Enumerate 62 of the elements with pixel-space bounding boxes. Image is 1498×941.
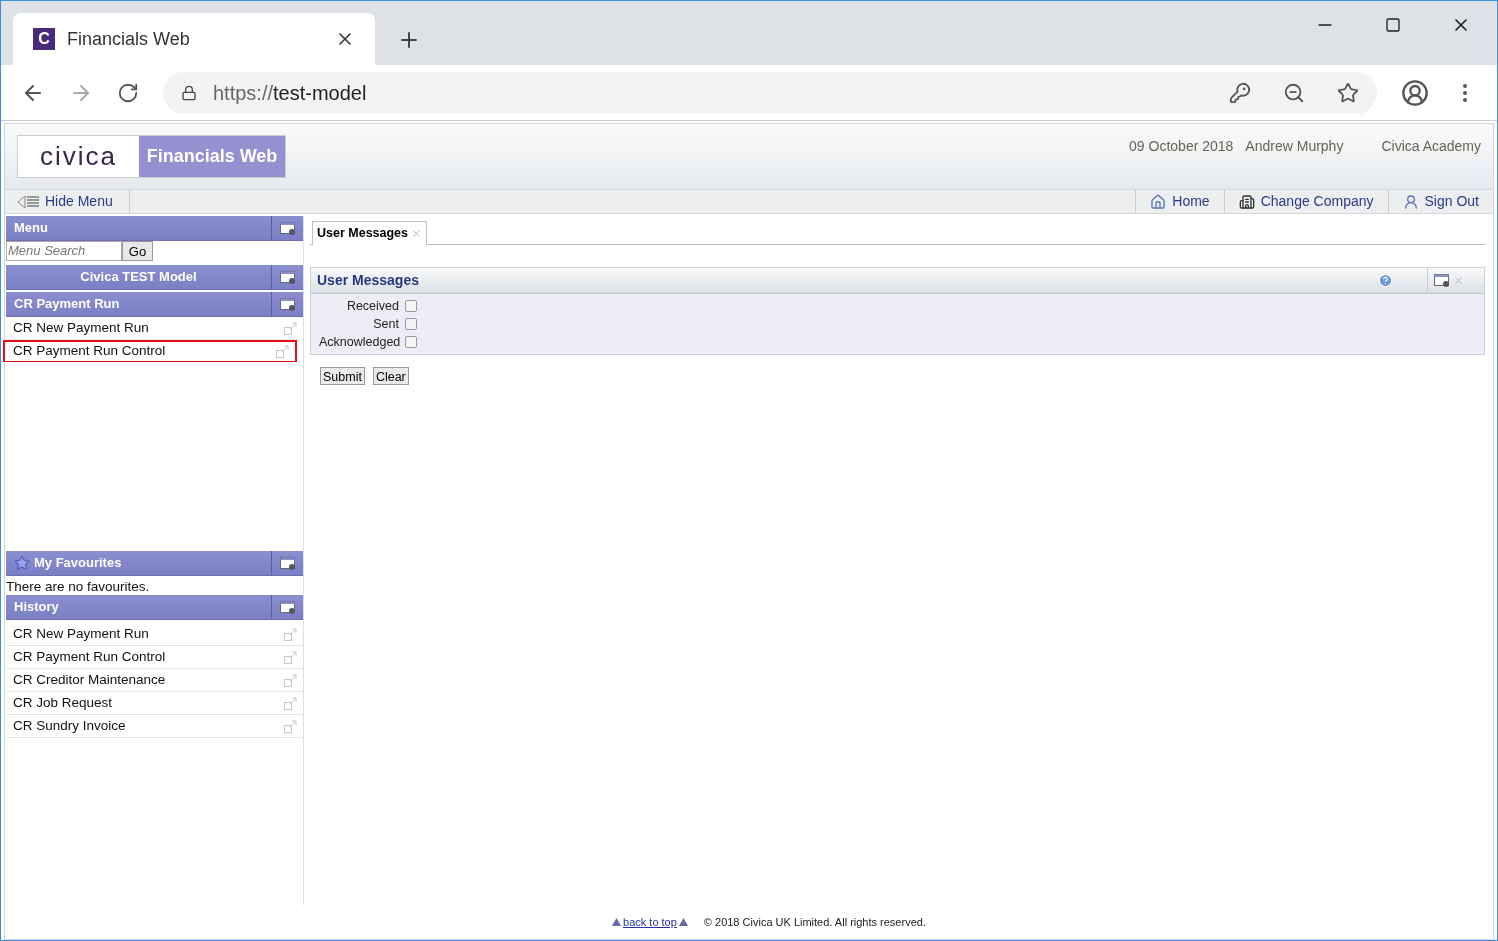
maximize-icon[interactable] [1385, 17, 1401, 33]
copyright-text: © 2018 Civica UK Limited. All rights reserved. [703, 914, 926, 930]
history-title: History [14, 598, 59, 617]
window-icon[interactable] [279, 556, 296, 570]
history-item[interactable]: CR New Payment Run [6, 623, 303, 646]
history-item[interactable]: CR Job Request [6, 692, 303, 715]
checkbox[interactable] [405, 318, 417, 330]
address-bar[interactable]: https://test-model [163, 71, 1377, 114]
profile-icon[interactable] [1401, 78, 1429, 107]
window-icon[interactable] [279, 270, 296, 284]
panel-title: User Messages [317, 271, 420, 290]
user-name: Andrew Murphy [1245, 137, 1344, 156]
menu-search-field[interactable]: Menu Search [6, 241, 122, 261]
building-icon [1238, 193, 1255, 210]
menu-item[interactable]: CR Payment Run Control [3, 340, 297, 362]
window-icon[interactable] [279, 600, 296, 614]
window-icon[interactable] [279, 221, 296, 235]
checkbox[interactable] [405, 300, 417, 312]
filter-label: Received [345, 297, 399, 315]
up-triangle-icon [678, 918, 688, 926]
person-icon [1402, 193, 1419, 210]
go-button[interactable]: Go [122, 241, 153, 261]
filter-label: Sent [372, 315, 399, 333]
filter-label: Acknowledged [319, 333, 399, 351]
history-item[interactable]: CR Creditor Maintenance [6, 669, 303, 692]
window-icon[interactable] [279, 297, 296, 311]
star-icon [14, 555, 30, 571]
company-name: Civica Academy [1381, 137, 1481, 156]
collapse-icon [17, 194, 41, 209]
help-icon[interactable] [1378, 273, 1393, 288]
browser-tab[interactable]: C Financials Web [13, 13, 375, 65]
tab-title: Financials Web [67, 27, 191, 51]
up-triangle-icon [612, 918, 622, 926]
toolbar-link[interactable]: Home [1135, 190, 1224, 213]
history-item[interactable]: CR Payment Run Control [6, 646, 303, 669]
tab-favicon: C [33, 28, 55, 50]
lock-icon [181, 84, 197, 101]
model-title: Civica TEST Model [79, 268, 198, 287]
key-icon[interactable] [1229, 81, 1251, 104]
url-text: https://test-model [213, 80, 368, 106]
favourites-title: My Favourites [34, 554, 122, 573]
checkbox[interactable] [405, 336, 417, 348]
civica-logo: civica [18, 136, 139, 177]
reload-icon[interactable] [117, 81, 139, 104]
home-icon [1150, 193, 1167, 210]
bookmark-star-icon[interactable] [1337, 81, 1359, 104]
form-button[interactable]: Submit [320, 367, 365, 385]
toolbar-link[interactable]: Sign Out [1387, 190, 1493, 213]
menu-item[interactable]: CR New Payment Run [6, 318, 303, 340]
zoom-icon[interactable] [1283, 81, 1305, 104]
window-icon[interactable] [1434, 274, 1450, 287]
menu-title: Menu [14, 219, 48, 238]
date-text: 09 October 2018 [1129, 137, 1234, 156]
back-to-top-link[interactable]: back to top [612, 913, 688, 931]
empty-favourites-text: There are no favourites. [6, 578, 151, 595]
history-item[interactable]: CR Sundry Invoice [6, 715, 303, 738]
hide-menu-button[interactable]: Hide Menu [5, 190, 130, 213]
content-tab[interactable]: User Messages [312, 221, 428, 245]
product-name: Financials Web [139, 136, 285, 177]
form-button[interactable]: Clear [372, 367, 409, 385]
section-title: CR Payment Run [14, 295, 120, 314]
toolbar-link[interactable]: Change Company [1223, 190, 1388, 213]
